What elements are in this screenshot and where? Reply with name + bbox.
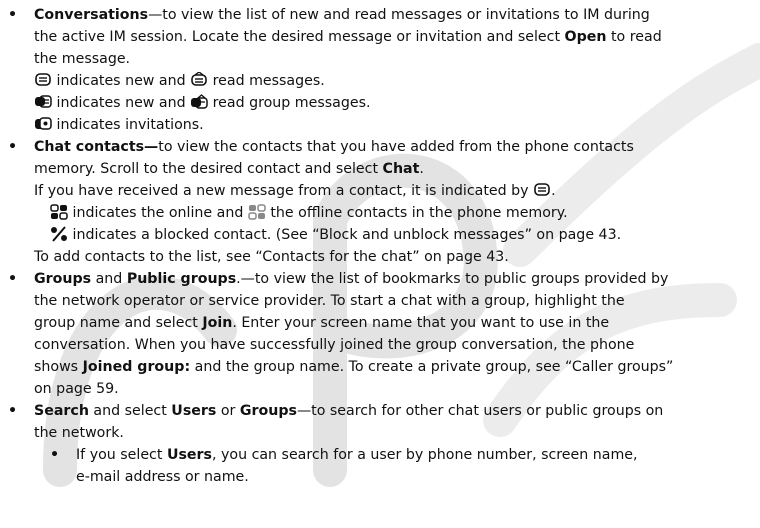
term-open: Open [564,29,607,45]
term-chat: Chat [382,161,420,177]
term-users: Users [171,403,217,419]
term-groups: Groups [34,271,92,287]
term-conversations: Conversations [34,7,149,23]
bullet: • [8,403,18,419]
new-message-icon [35,73,51,86]
item-conversations: • Conversations—to view the list of new … [0,4,760,136]
invitation-icon [35,117,52,130]
item-search-users: • If you select Users, you can search fo… [0,444,760,488]
bullet: • [8,139,18,155]
new-message-icon [534,183,550,196]
term-chat-contacts: Chat contacts— [34,139,159,155]
offline-contact-icon [248,204,266,220]
term-public-groups: Public groups [126,271,237,287]
new-group-message-icon [35,95,52,108]
term-search: Search [34,403,89,419]
term-joined-group: Joined group: [82,359,191,375]
bullet: • [50,447,60,463]
read-message-icon [191,72,207,86]
item-chat-contacts: • Chat contacts—to view the contacts tha… [0,136,760,268]
term-groups-search: Groups [239,403,297,419]
bullet: • [8,7,18,23]
term-join: Join [202,315,233,331]
blocked-contact-icon [51,226,67,242]
item-groups: • Groups and Public groups.—to view the … [0,268,760,400]
term-users-sub: Users [166,447,212,463]
manual-page: • Conversations—to view the list of new … [0,0,760,488]
online-contact-icon [50,204,68,220]
bullet: • [8,271,18,287]
item-search: • Search and select Users or Groups—to s… [0,400,760,444]
read-group-message-icon [191,94,208,109]
